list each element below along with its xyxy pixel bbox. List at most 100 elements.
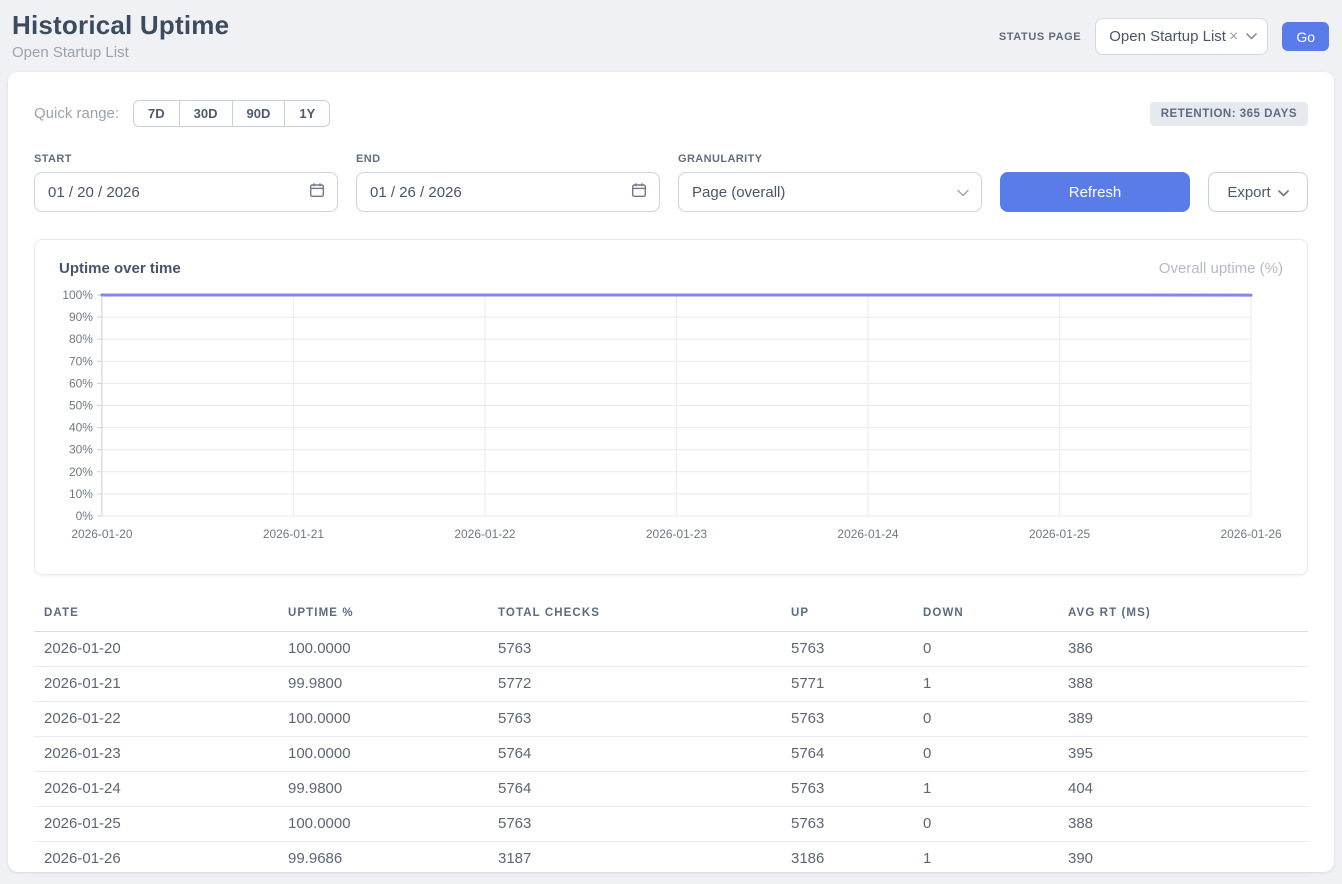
- filters-row: START 01 / 20 / 2026 END 01 / 26 / 2026 …: [34, 153, 1308, 212]
- end-date-field: END 01 / 26 / 2026: [356, 153, 660, 212]
- table-cell: 5764: [781, 737, 913, 772]
- svg-text:90%: 90%: [69, 310, 93, 324]
- table-cell: 5763: [781, 772, 913, 807]
- table-row: 2026-01-2199.9800577257711388: [34, 667, 1308, 702]
- table-cell: 390: [1058, 842, 1308, 877]
- table-cell: 404: [1058, 772, 1308, 807]
- table-cell: 2026-01-24: [34, 772, 278, 807]
- table-header-row: DATEUPTIME %TOTAL CHECKSUPDOWNAVG RT (MS…: [34, 599, 1308, 632]
- page-subtitle: Open Startup List: [12, 44, 229, 61]
- table-cell: 5771: [781, 667, 913, 702]
- granularity-field: GRANULARITY Page (overall): [678, 153, 982, 212]
- end-date-input[interactable]: 01 / 26 / 2026: [356, 172, 660, 212]
- page-header: Historical Uptime Open Startup List STAT…: [0, 0, 1342, 72]
- start-label: START: [34, 153, 338, 165]
- table-row: 2026-01-2699.9686318731861390: [34, 842, 1308, 877]
- table-cell: 1: [913, 667, 1058, 702]
- table-cell: 2026-01-21: [34, 667, 278, 702]
- column-header: UPTIME %: [278, 599, 488, 632]
- quick-range-1y[interactable]: 1Y: [284, 100, 330, 127]
- svg-text:50%: 50%: [69, 398, 93, 412]
- quick-range-label: Quick range:: [34, 105, 119, 122]
- svg-text:10%: 10%: [69, 487, 93, 501]
- table-row: 2026-01-20100.0000576357630386: [34, 632, 1308, 667]
- retention-badge: RETENTION: 365 DAYS: [1150, 102, 1308, 126]
- chart-title: Uptime over time: [59, 260, 181, 277]
- table-cell: 5764: [488, 737, 781, 772]
- chevron-down-icon: [1278, 184, 1289, 201]
- export-label: Export: [1227, 184, 1270, 201]
- table-cell: 2026-01-20: [34, 632, 278, 667]
- table-cell: 99.9800: [278, 772, 488, 807]
- table-cell: 5764: [488, 772, 781, 807]
- clear-icon[interactable]: ×: [1229, 29, 1238, 45]
- table-cell: 395: [1058, 737, 1308, 772]
- table-cell: 388: [1058, 807, 1308, 842]
- table-cell: 100.0000: [278, 632, 488, 667]
- table-cell: 2026-01-22: [34, 702, 278, 737]
- end-label: END: [356, 153, 660, 165]
- svg-text:60%: 60%: [69, 376, 93, 390]
- table-cell: 3186: [781, 842, 913, 877]
- svg-text:30%: 30%: [69, 443, 93, 457]
- quick-range-row: Quick range: 7D30D90D1Y RETENTION: 365 D…: [34, 100, 1308, 127]
- granularity-label: GRANULARITY: [678, 153, 982, 165]
- svg-text:80%: 80%: [69, 332, 93, 346]
- svg-text:70%: 70%: [69, 354, 93, 368]
- table-cell: 1: [913, 772, 1058, 807]
- start-date-input[interactable]: 01 / 20 / 2026: [34, 172, 338, 212]
- uptime-table: DATEUPTIME %TOTAL CHECKSUPDOWNAVG RT (MS…: [34, 599, 1308, 877]
- refresh-button[interactable]: Refresh: [1000, 172, 1190, 212]
- table-cell: 5763: [781, 632, 913, 667]
- table-cell: 2026-01-25: [34, 807, 278, 842]
- status-page-select[interactable]: Open Startup List ×: [1095, 18, 1268, 55]
- start-date-field: START 01 / 20 / 2026: [34, 153, 338, 212]
- table-cell: 5772: [488, 667, 781, 702]
- svg-text:2026-01-26: 2026-01-26: [1220, 527, 1281, 541]
- table-cell: 0: [913, 807, 1058, 842]
- table-cell: 100.0000: [278, 737, 488, 772]
- table-cell: 5763: [781, 807, 913, 842]
- quick-range-7d[interactable]: 7D: [133, 100, 180, 127]
- uptime-chart-card: Uptime over time Overall uptime (%) 0% 10…: [34, 239, 1308, 575]
- table-cell: 3187: [488, 842, 781, 877]
- column-header: UP: [781, 599, 913, 632]
- calendar-icon[interactable]: [309, 182, 325, 202]
- table-cell: 100.0000: [278, 702, 488, 737]
- svg-text:100%: 100%: [62, 289, 93, 302]
- chevron-down-icon: [957, 184, 969, 201]
- table-cell: 0: [913, 632, 1058, 667]
- quick-range-group: 7D30D90D1Y: [133, 100, 330, 127]
- svg-text:40%: 40%: [69, 421, 93, 435]
- table-cell: 5763: [781, 702, 913, 737]
- page-title: Historical Uptime: [12, 10, 229, 41]
- table-cell: 99.9800: [278, 667, 488, 702]
- table-cell: 5763: [488, 702, 781, 737]
- table-cell: 0: [913, 737, 1058, 772]
- table-cell: 389: [1058, 702, 1308, 737]
- table-cell: 2026-01-23: [34, 737, 278, 772]
- svg-text:20%: 20%: [69, 465, 93, 479]
- svg-text:2026-01-21: 2026-01-21: [263, 527, 324, 541]
- end-date-value: 01 / 26 / 2026: [370, 184, 462, 201]
- title-block: Historical Uptime Open Startup List: [12, 10, 229, 61]
- granularity-select[interactable]: Page (overall): [678, 172, 982, 212]
- quick-range-30d[interactable]: 30D: [179, 100, 233, 127]
- table-cell: 1: [913, 842, 1058, 877]
- export-button[interactable]: Export: [1208, 172, 1308, 212]
- table-row: 2026-01-22100.0000576357630389: [34, 702, 1308, 737]
- svg-text:0%: 0%: [76, 509, 94, 523]
- main-card: Quick range: 7D30D90D1Y RETENTION: 365 D…: [8, 72, 1334, 872]
- quick-range-90d[interactable]: 90D: [232, 100, 286, 127]
- table-row: 2026-01-2499.9800576457631404: [34, 772, 1308, 807]
- uptime-chart: 0% 10% 20% 30% 40% 50% 60% 70% 80% 90% 100% 2026-01…: [59, 289, 1283, 549]
- chart-legend: Overall uptime (%): [1159, 260, 1283, 277]
- table-cell: 5763: [488, 807, 781, 842]
- svg-text:2026-01-22: 2026-01-22: [454, 527, 515, 541]
- column-header: DATE: [34, 599, 278, 632]
- status-page-label: STATUS PAGE: [999, 31, 1081, 43]
- go-button[interactable]: Go: [1282, 22, 1329, 51]
- table-cell: 5763: [488, 632, 781, 667]
- column-header: AVG RT (MS): [1058, 599, 1308, 632]
- calendar-icon[interactable]: [631, 182, 647, 202]
